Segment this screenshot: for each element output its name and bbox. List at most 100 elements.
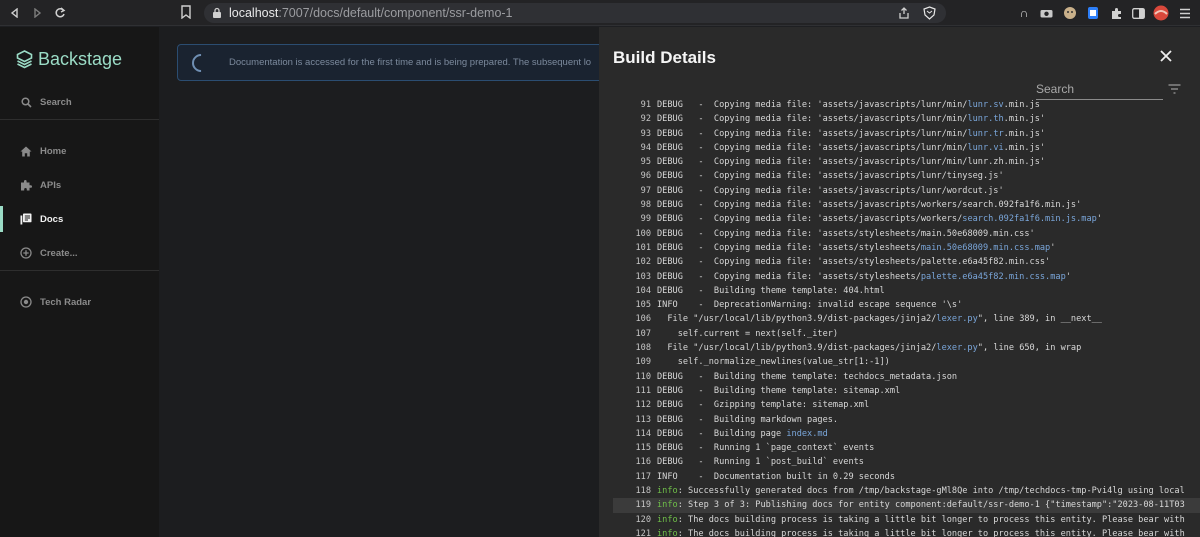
log-text: - Running 1 `page_context` events bbox=[682, 443, 875, 454]
log-text: - DeprecationWarning: invalid escape seq… bbox=[677, 300, 963, 311]
log-text: - Copying media file: 'assets/javascript… bbox=[682, 142, 968, 153]
log-text: - Copying media file: 'assets/javascript… bbox=[682, 185, 1004, 196]
sidebar: Backstage Search Home APIs Docs Create..… bbox=[0, 27, 159, 537]
log-link[interactable]: search.092fa1f6.min.js.map bbox=[962, 212, 1097, 226]
share-icon[interactable] bbox=[898, 7, 910, 19]
log-link[interactable]: lunr.th bbox=[967, 112, 1003, 126]
sidebar-item-label: Docs bbox=[40, 213, 64, 225]
bookmark-icon[interactable] bbox=[181, 5, 191, 19]
brave-shield-icon[interactable] bbox=[923, 6, 936, 20]
avatar-extension-icon[interactable] bbox=[1062, 5, 1078, 21]
log-line: 92 DEBUG - Copying media file: 'assets/ja… bbox=[613, 112, 1200, 126]
sidebar-item-label: Create... bbox=[40, 247, 78, 259]
log-line-number: 112 bbox=[635, 400, 651, 411]
menu-icon[interactable] bbox=[1177, 5, 1193, 21]
log-line: 110 DEBUG - Building theme template: tech… bbox=[613, 370, 1200, 384]
log-link[interactable]: lunr.vi bbox=[967, 141, 1003, 155]
log-text: ", line 389, in __next__ bbox=[977, 314, 1102, 325]
log-text: : Step 3 of 3: Publishing docs for entit… bbox=[677, 500, 1185, 511]
log-line: 104 DEBUG - Building theme template: 404.… bbox=[613, 284, 1200, 298]
extension-icon[interactable]: ∩ bbox=[1016, 5, 1032, 21]
log-text: - Building theme template: 404.html bbox=[682, 285, 885, 296]
drawer-title: Build Details bbox=[613, 48, 716, 67]
log-line-number: 114 bbox=[635, 428, 651, 439]
log-link[interactable]: palette.e6a45f82.min.css.map bbox=[921, 270, 1066, 284]
log-link[interactable]: lunr.sv bbox=[967, 98, 1003, 112]
log-text: - Copying media file: 'assets/javascript… bbox=[682, 128, 968, 139]
camera-icon[interactable] bbox=[1038, 5, 1054, 21]
log-text: - Building theme template: sitemap.xml bbox=[682, 385, 901, 396]
log-link[interactable]: lexer.py bbox=[936, 312, 977, 326]
log-text: - Copying media file: 'assets/stylesheet… bbox=[682, 242, 921, 253]
back-icon[interactable] bbox=[5, 3, 25, 23]
reload-icon[interactable] bbox=[50, 3, 70, 23]
log-level: DEBUG bbox=[657, 271, 683, 282]
loading-spinner-icon bbox=[188, 49, 214, 76]
log-text: File "/usr/local/lib/python3.9/dist-pack… bbox=[657, 343, 937, 354]
blue-extension-icon[interactable] bbox=[1085, 5, 1101, 21]
sidebar-item-create[interactable]: Create... bbox=[0, 240, 159, 266]
log-line: 105 INFO - DeprecationWarning: invalid es… bbox=[613, 298, 1200, 312]
backstage-logo[interactable]: Backstage bbox=[16, 49, 122, 70]
log-text: - Documentation built in 0.29 seconds bbox=[677, 471, 896, 482]
log-link[interactable]: index.md bbox=[786, 427, 827, 441]
build-details-drawer: Build Details 91 DEBUG - Copying media fi… bbox=[599, 27, 1200, 537]
sidebar-item-home[interactable]: Home bbox=[0, 138, 159, 164]
log-line-number: 94 bbox=[640, 142, 651, 153]
sidebar-toggle-icon[interactable] bbox=[1130, 5, 1146, 21]
log-line-number: 118 bbox=[635, 486, 651, 497]
log-text: ", line 650, in wrap bbox=[977, 343, 1082, 354]
log-text: - Copying media file: 'assets/stylesheet… bbox=[682, 257, 1051, 268]
sidebar-item-search[interactable]: Search bbox=[0, 89, 159, 115]
log-line-number: 96 bbox=[640, 171, 651, 182]
log-text: - Copying media file: 'assets/javascript… bbox=[682, 200, 1082, 211]
search-input[interactable] bbox=[1036, 79, 1156, 99]
log-search bbox=[1036, 79, 1163, 100]
lock-icon bbox=[213, 7, 221, 18]
forward-icon[interactable] bbox=[27, 3, 47, 23]
log-line-number: 110 bbox=[635, 371, 651, 382]
log-link[interactable]: lexer.py bbox=[936, 341, 977, 355]
main-content: Documentation is accessed for the first … bbox=[159, 27, 617, 537]
log-line: 114 DEBUG - Building page index.md bbox=[613, 427, 1200, 441]
log-text: File "/usr/local/lib/python3.9/dist-pack… bbox=[657, 314, 937, 325]
log-text: - Copying media file: 'assets/javascript… bbox=[682, 171, 1004, 182]
address-bar[interactable]: localhost:7007/docs/default/component/ss… bbox=[204, 3, 946, 23]
profile-avatar[interactable] bbox=[1153, 5, 1169, 21]
log-link[interactable]: lunr.tr bbox=[967, 127, 1003, 141]
filter-icon[interactable] bbox=[1168, 84, 1181, 94]
build-log[interactable]: 91 DEBUG - Copying media file: 'assets/ja… bbox=[613, 98, 1200, 537]
close-icon[interactable] bbox=[1160, 49, 1172, 67]
sidebar-item-docs[interactable]: Docs bbox=[0, 206, 159, 232]
sidebar-item-apis[interactable]: APIs bbox=[0, 172, 159, 198]
log-line: 94 DEBUG - Copying media file: 'assets/ja… bbox=[613, 141, 1200, 155]
sidebar-item-label: APIs bbox=[40, 179, 62, 191]
log-line-number: 98 bbox=[640, 200, 651, 211]
log-line-number: 92 bbox=[640, 114, 651, 125]
info-alert: Documentation is accessed for the first … bbox=[177, 44, 617, 81]
log-text: : Successfully generated docs from /tmp/… bbox=[677, 486, 1185, 497]
log-text: : The docs building process is taking a … bbox=[677, 514, 1185, 525]
log-line-number: 97 bbox=[640, 185, 651, 196]
log-level: DEBUG bbox=[657, 128, 683, 139]
log-line-number: 120 bbox=[635, 514, 651, 525]
log-level: DEBUG bbox=[657, 242, 683, 253]
log-line: 109 self._normalize_newlines(value_str[1… bbox=[613, 355, 1200, 369]
sidebar-divider bbox=[0, 270, 159, 271]
log-level: DEBUG bbox=[657, 443, 683, 454]
log-line-number: 115 bbox=[635, 443, 651, 454]
log-link[interactable]: main.50e68009.min.css.map bbox=[921, 241, 1050, 255]
log-line: 96 DEBUG - Copying media file: 'assets/ja… bbox=[613, 169, 1200, 183]
log-level: DEBUG bbox=[657, 428, 683, 439]
log-line: 115 DEBUG - Running 1 `page_context` even… bbox=[613, 441, 1200, 455]
puzzle-extensions-icon[interactable] bbox=[1108, 5, 1124, 21]
log-line: 119 info: Step 3 of 3: Publishing docs fo… bbox=[613, 498, 1200, 513]
logo-text: Backstage bbox=[38, 49, 123, 69]
url-host: localhost bbox=[229, 6, 279, 20]
log-line-number: 111 bbox=[635, 385, 651, 396]
log-text: - Copying media file: 'assets/javascript… bbox=[682, 114, 968, 125]
log-line: 113 DEBUG - Building markdown pages. bbox=[613, 413, 1200, 427]
sidebar-item-tech-radar[interactable]: Tech Radar bbox=[0, 289, 159, 315]
log-line-number: 103 bbox=[635, 271, 651, 282]
log-level: INFO bbox=[657, 300, 678, 311]
